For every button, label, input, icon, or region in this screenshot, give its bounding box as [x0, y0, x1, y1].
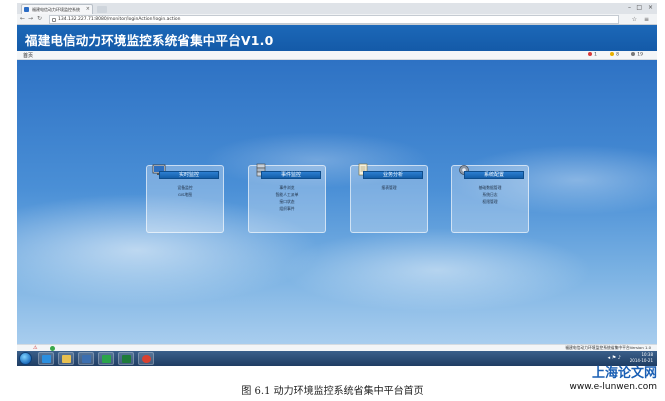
panel-title: 系统配置 [464, 171, 524, 179]
forward-icon[interactable]: → [28, 15, 33, 22]
panel-title: 事件监控 [261, 171, 321, 179]
folder-taskbar-button[interactable] [58, 352, 74, 365]
start-button[interactable] [19, 352, 32, 365]
menu-item-gis-map[interactable]: GIS地图 [147, 191, 223, 198]
media-taskbar-button[interactable] [78, 352, 94, 365]
home-link[interactable]: 首页 [23, 52, 33, 59]
url-text: 134.132.227.71:8080/monitor/loginAction!… [58, 17, 181, 22]
panel-realtime-monitor[interactable]: 实时监控 设备监控 GIS地图 [146, 164, 224, 233]
app-title: 福建电信动力环境监控系统省集中平台V1.0 [25, 33, 274, 48]
panel-system-config[interactable]: 系统配置 基础数据管理 系统日志 权限管理 [451, 165, 529, 233]
menu-item-org-events[interactable]: 组织事件 [249, 205, 325, 212]
menu-item-base-data[interactable]: 基础数据管理 [452, 184, 528, 191]
menu-item-interface-status[interactable]: 接口状态 [249, 198, 325, 205]
watermark-url: www.e-lunwen.com [569, 382, 658, 392]
menu-item-permission-manage[interactable]: 权限管理 [452, 198, 528, 205]
sub-nav: 首页 1 8 19 [17, 51, 657, 60]
star-icon[interactable]: ☆ [632, 16, 637, 23]
panel-title: 业务分析 [363, 171, 423, 179]
critical-alarm-badge[interactable]: 1 [588, 52, 597, 58]
address-bar: ← → ↻ 134.132.227.71:8080/monitor/loginA… [17, 14, 657, 25]
panel-title: 实时监控 [159, 171, 219, 179]
bell-icon [631, 52, 636, 56]
minimize-icon[interactable]: – [628, 4, 631, 11]
back-icon[interactable]: ← [20, 15, 25, 22]
panel-event-monitor[interactable]: 事件监控 事件浏览 智能人工派单 接口状态 组织事件 [248, 163, 326, 233]
main-area: 实时监控 设备监控 GIS地图 事件监控 事件浏览 智能人工派单 接口状态 组织… [17, 60, 657, 344]
url-input[interactable]: 134.132.227.71:8080/monitor/loginAction!… [49, 15, 619, 24]
watermark-logo-text: 上海论文网 [591, 366, 657, 381]
menu-item-manual-dispatch[interactable]: 智能人工派单 [249, 191, 325, 198]
figure-caption: 图 6.1 动力环境监控系统省集中平台首页 [241, 386, 424, 397]
bell-icon [588, 52, 593, 56]
menu-item-report-manage[interactable]: 报表管理 [351, 184, 427, 191]
close-icon[interactable]: × [86, 5, 90, 14]
page-icon [52, 18, 56, 22]
excel-taskbar-button[interactable] [118, 352, 134, 365]
major-alarm-badge[interactable]: 8 [610, 52, 619, 58]
bell-icon [610, 52, 615, 56]
page-favicon-icon [24, 7, 29, 12]
browser-tab[interactable]: 福建电信动力环境监控系统 × [21, 4, 93, 14]
panel-business-analysis[interactable]: 业务分析 报表管理 [350, 163, 428, 233]
new-tab-button[interactable] [97, 6, 107, 13]
qq-taskbar-button[interactable] [98, 352, 114, 365]
menu-item-device-monitor[interactable]: 设备监控 [147, 184, 223, 191]
tab-title: 福建电信动力环境监控系统 [32, 7, 80, 12]
taskbar: ◂ ⚑ ♪ 10:38 2014-10-21 [17, 351, 657, 366]
menu-item-system-log[interactable]: 系统日志 [452, 191, 528, 198]
maximize-icon[interactable]: □ [636, 4, 642, 11]
app-footer: ⚠ 福建电信动力环境监控系统省集中平台Version 1.0 [17, 344, 657, 351]
minor-alarm-badge[interactable]: 19 [631, 52, 643, 58]
chrome-taskbar-button[interactable] [138, 352, 154, 365]
browser-tab-bar: 福建电信动力环境监控系统 × – □ × [17, 3, 657, 14]
tray-icons[interactable]: ◂ ⚑ ♪ [608, 355, 621, 361]
window-close-icon[interactable]: × [648, 4, 653, 11]
reload-icon[interactable]: ↻ [37, 15, 42, 22]
ie-taskbar-button[interactable] [38, 352, 54, 365]
menu-icon[interactable]: ≡ [644, 16, 649, 23]
menu-item-event-browse[interactable]: 事件浏览 [249, 184, 325, 191]
app-header: 福建电信动力环境监控系统省集中平台V1.0 [17, 25, 657, 51]
